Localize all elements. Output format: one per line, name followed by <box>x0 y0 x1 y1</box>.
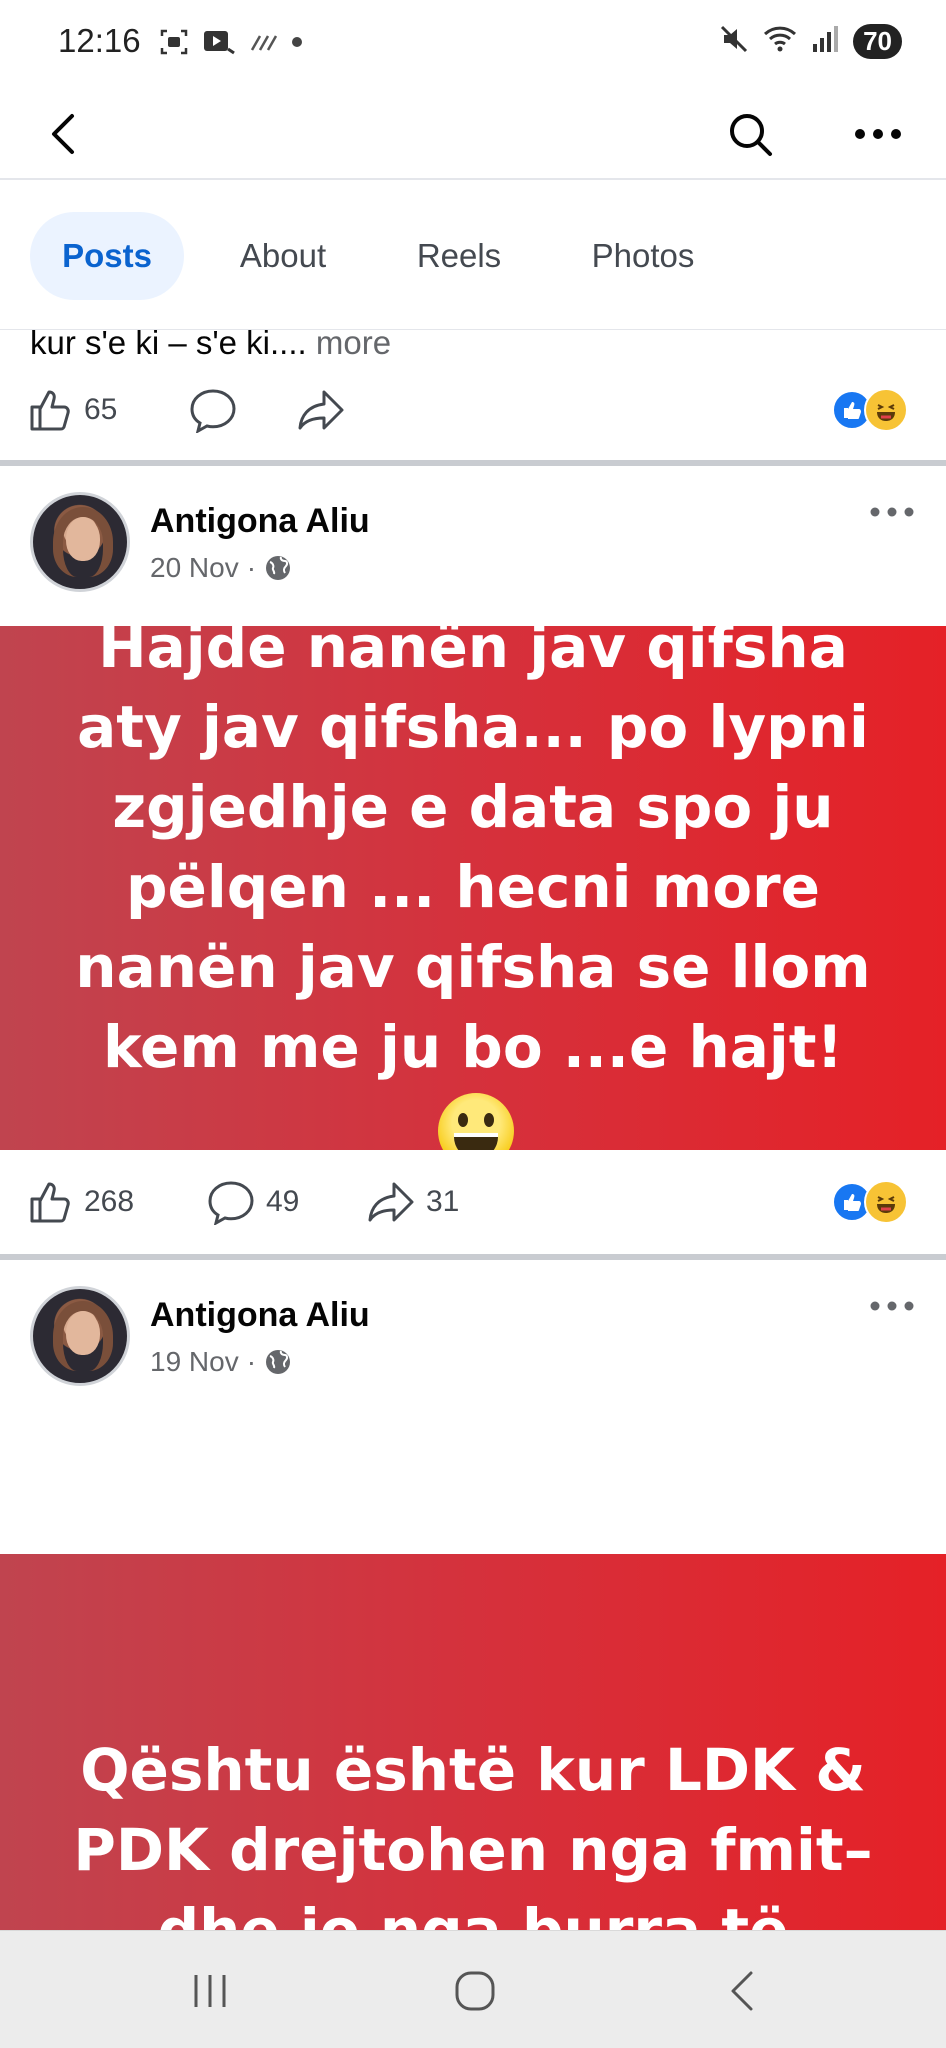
post-menu-button[interactable] <box>862 492 922 532</box>
tab-photos[interactable]: Photos <box>566 212 720 300</box>
like-button[interactable]: 65 <box>28 370 117 450</box>
post-menu-button[interactable] <box>862 1286 922 1326</box>
status-bar: 12:16 70 <box>0 0 946 90</box>
home-button[interactable] <box>445 1961 505 2021</box>
recents-icon <box>194 1975 226 2007</box>
feed[interactable]: kur s'e ki – s'e ki.... more 65 Antigona… <box>0 330 946 1930</box>
post-text-background[interactable]: Qështu është kur LDK & PDK drejtohen nga… <box>0 1554 946 1930</box>
globe-icon <box>266 556 291 580</box>
post-body-text: Qështu është kur LDK & PDK drejtohen nga… <box>73 1736 873 1930</box>
search-button[interactable] <box>720 104 780 164</box>
post-actions-row: 268 49 31 <box>0 1150 946 1254</box>
status-time: 12:16 <box>58 22 141 59</box>
like-count: 268 <box>84 1185 135 1218</box>
comment-icon <box>208 1181 254 1225</box>
avatar[interactable] <box>30 1286 130 1386</box>
post-truncated-text: kur s'e ki – s'e ki.... more <box>30 330 391 356</box>
comment-button[interactable] <box>188 370 238 450</box>
see-more-link[interactable]: more <box>316 330 391 356</box>
profile-tabs: Posts About Reels Photos <box>0 182 946 330</box>
wifi-icon <box>763 24 797 59</box>
comment-count: 49 <box>266 1185 300 1218</box>
more-options-button[interactable] <box>848 104 908 164</box>
avatar[interactable] <box>30 492 130 592</box>
post-meta: 19 Nov · <box>150 1346 292 1378</box>
battery-indicator: 70 <box>853 24 902 59</box>
more-icon <box>855 129 901 139</box>
meta-separator: · <box>246 1346 257 1377</box>
back-button[interactable] <box>34 104 94 164</box>
haha-reaction-icon <box>864 1180 908 1224</box>
reactions-summary[interactable] <box>832 1180 918 1224</box>
tab-reels[interactable]: Reels <box>386 212 532 300</box>
app-bar <box>0 90 946 180</box>
status-icons-left <box>158 26 304 63</box>
tab-posts[interactable]: Posts <box>30 212 184 300</box>
share-icon <box>368 1182 414 1222</box>
poster-name[interactable]: Antigona Aliu <box>150 502 370 541</box>
back-icon <box>731 1971 753 2011</box>
share-button[interactable]: 31 <box>366 1162 459 1242</box>
post-text-background[interactable]: Hajde nanën jav qifsha aty jav qifsha...… <box>0 626 946 1150</box>
more-icon <box>870 1301 914 1311</box>
post-date[interactable]: 20 Nov <box>150 552 239 584</box>
mute-icon <box>719 24 749 59</box>
post-text-snippet: kur s'e ki – s'e ki.... <box>30 330 307 356</box>
signal-icon <box>811 24 839 59</box>
recents-button[interactable] <box>180 1961 240 2021</box>
meta-separator: · <box>246 552 257 583</box>
more-icon <box>870 507 914 517</box>
reactions-summary[interactable] <box>832 388 918 432</box>
poster-name[interactable]: Antigona Aliu <box>150 1296 370 1335</box>
search-icon <box>730 114 772 156</box>
share-button[interactable] <box>296 370 346 450</box>
like-button[interactable]: 268 <box>28 1162 134 1242</box>
like-count: 65 <box>84 393 118 426</box>
tab-about[interactable]: About <box>206 212 360 300</box>
comment-icon <box>190 389 236 433</box>
share-count: 31 <box>426 1185 460 1218</box>
post-body-text: Hajde nanën jav qifsha aty jav qifsha...… <box>63 626 883 1150</box>
status-icons-right: 70 <box>719 24 902 59</box>
system-nav-bar <box>0 1930 946 2048</box>
post-date[interactable]: 19 Nov <box>150 1346 239 1378</box>
comment-button[interactable]: 49 <box>206 1162 299 1242</box>
back-icon <box>52 114 74 154</box>
globe-icon <box>266 1350 291 1374</box>
system-back-button[interactable] <box>712 1961 772 2021</box>
like-icon <box>30 390 70 431</box>
post-body-text-content: Hajde nanën jav qifsha aty jav qifsha...… <box>75 626 871 1082</box>
grinning-face-emoji <box>438 1092 514 1150</box>
post-meta: 20 Nov · <box>150 552 292 584</box>
home-icon <box>455 1971 495 2011</box>
post-header: Antigona Aliu 19 Nov · <box>0 1260 946 1420</box>
post-header: Antigona Aliu 20 Nov · <box>0 466 946 626</box>
post-actions-row: 65 <box>0 370 946 450</box>
like-icon <box>30 1182 70 1223</box>
video-icon <box>202 27 236 62</box>
haha-reaction-icon <box>864 388 908 432</box>
dot-icon <box>290 35 304 54</box>
wifi-calling-icon <box>248 30 278 59</box>
screenshot-icon <box>158 26 190 63</box>
share-icon <box>298 390 344 430</box>
